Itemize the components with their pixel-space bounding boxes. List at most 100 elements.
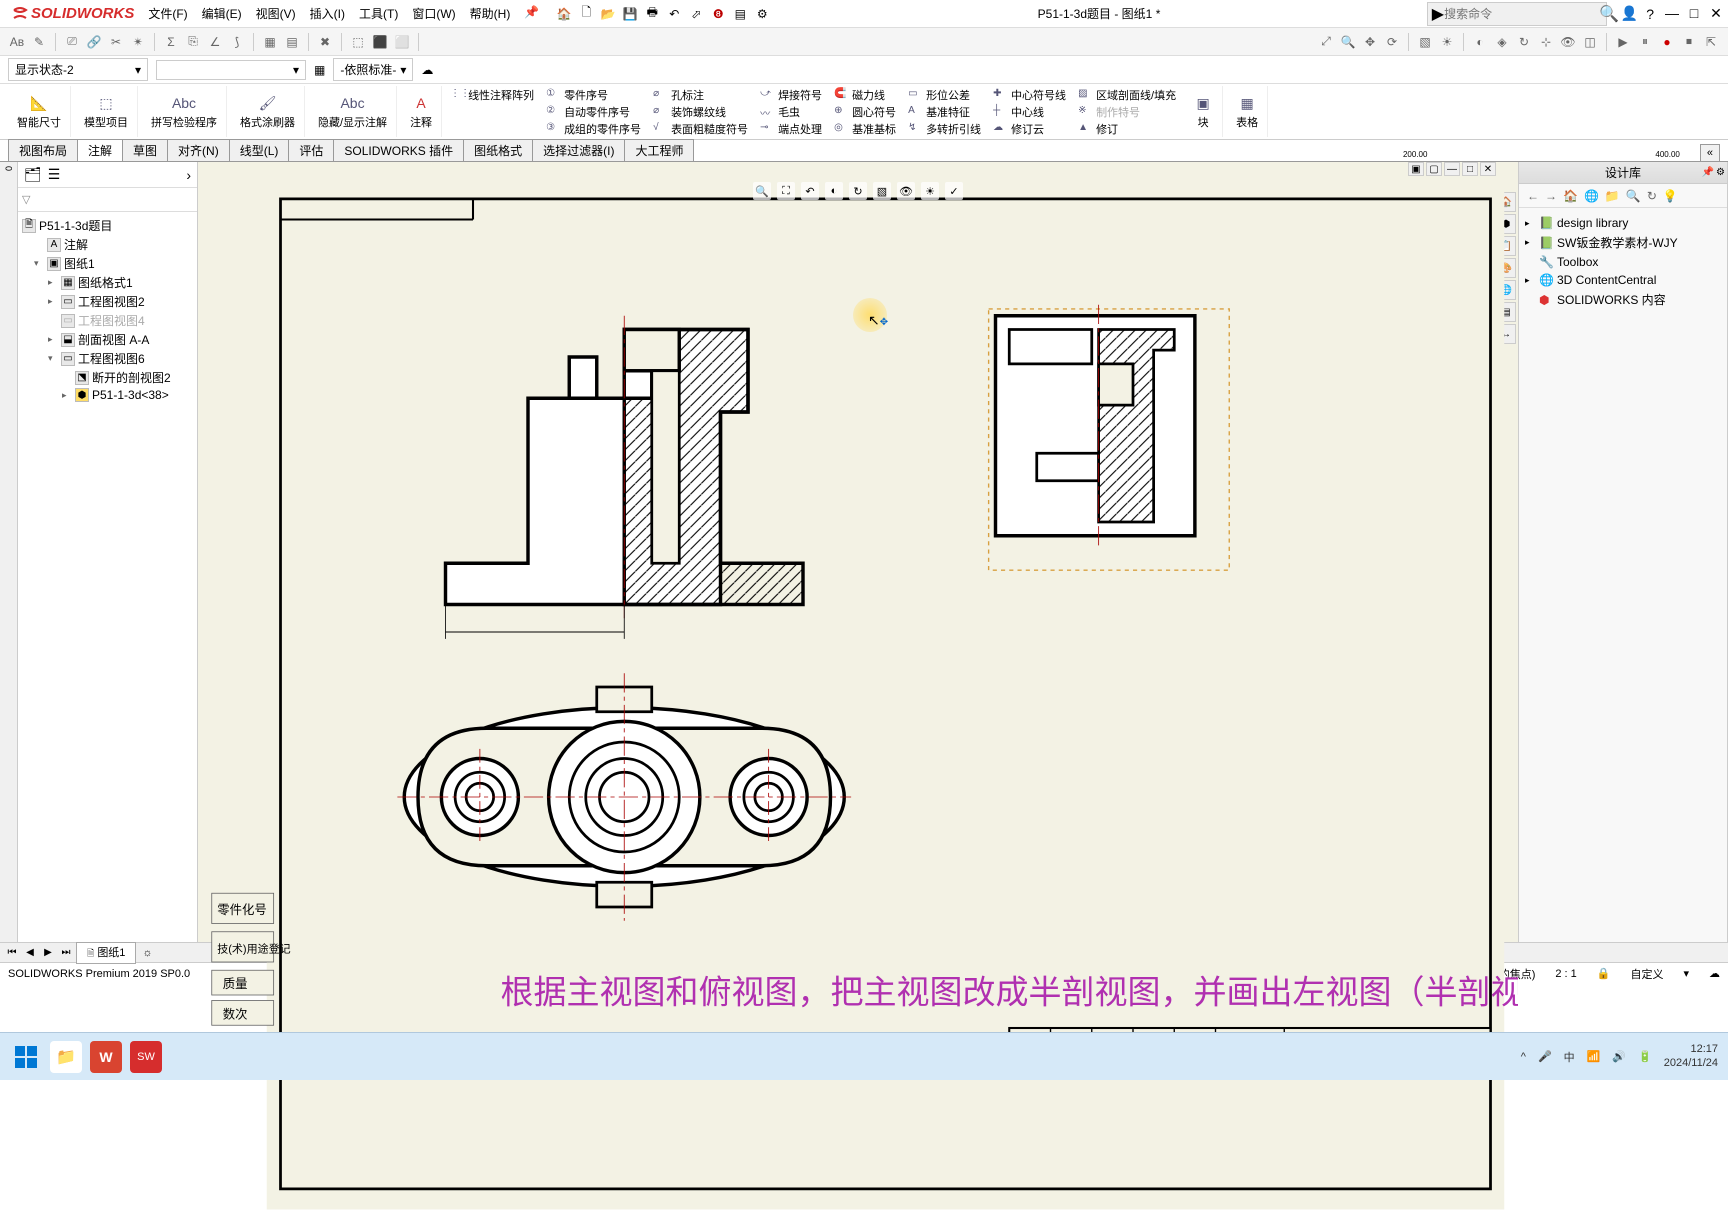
status-custom[interactable]: 自定义 <box>1630 966 1663 982</box>
tab-evaluate[interactable]: 评估 <box>288 139 334 161</box>
tree-part-ref[interactable]: ▸ ⬢ P51-1-3d<38> <box>62 387 193 403</box>
sheet-tab-1[interactable]: 🗎 图纸1 <box>76 942 136 964</box>
tree-root[interactable]: 🗎 P51-1-3d题目 <box>22 216 193 235</box>
tool-text-icon[interactable]: ✎ <box>30 33 48 51</box>
play-icon[interactable]: ▶ <box>1614 33 1632 51</box>
menu-insert[interactable]: 插入(I) <box>304 3 351 24</box>
tool-assy2-icon[interactable]: ⬛ <box>371 33 389 51</box>
revision-button[interactable]: ▲修订 <box>1078 121 1176 137</box>
jogged-leader-button[interactable]: ↯多转折引线 <box>908 121 981 137</box>
cube-icon[interactable]: ◫ <box>1581 33 1599 51</box>
expand-icon[interactable]: ▸ <box>48 334 58 345</box>
tool-align-icon[interactable]: ⎚ <box>63 33 81 51</box>
stop-icon[interactable]: ⏹ <box>1680 33 1698 51</box>
tool-copy-icon[interactable]: ⎘ <box>184 33 202 51</box>
new-icon[interactable]: 🗋 <box>577 5 595 23</box>
tray-volume-icon[interactable]: 🔊 <box>1612 1050 1626 1063</box>
center-symbol-button[interactable]: ⊕圆心符号 <box>834 104 896 120</box>
options-icon[interactable]: ▤ <box>731 5 749 23</box>
tool-curve-icon[interactable]: ⟆ <box>228 33 246 51</box>
lib-design-library[interactable]: ▸ 📗 design library <box>1525 214 1721 232</box>
tray-chevron-icon[interactable]: ^ <box>1521 1051 1526 1063</box>
lib-3dcc[interactable]: ▸ 🌐 3D ContentCentral <box>1525 271 1721 289</box>
search-icon[interactable]: 🔍 <box>1599 4 1619 24</box>
tree-annotations[interactable]: A 注解 <box>34 235 193 254</box>
dim-icon[interactable]: ⊹ <box>1537 33 1555 51</box>
apply-icon[interactable]: ✓ <box>945 182 963 200</box>
lib-sw-material[interactable]: ▸ 📗 SW钣金教学素材-WJY <box>1525 232 1721 253</box>
tool-grid-icon[interactable]: ▤ <box>283 33 301 51</box>
tool-assy3-icon[interactable]: ⬜ <box>393 33 411 51</box>
rev-cloud-button[interactable]: ☁修订云 <box>993 121 1066 137</box>
sheet-first-icon[interactable]: ⏮ <box>4 947 20 958</box>
tray-battery-icon[interactable]: 🔋 <box>1638 1050 1652 1063</box>
linear-pattern-button[interactable]: ⋮⋮线性注释阵列 <box>450 87 534 103</box>
save-icon[interactable]: 💾 <box>621 5 639 23</box>
rotate-icon[interactable]: ↻ <box>849 182 867 200</box>
tree-tab-icon[interactable]: 🗂 <box>24 166 42 183</box>
tool-wand-icon[interactable]: ✴ <box>129 33 147 51</box>
tree-broken-section[interactable]: ⬔ 断开的剖视图2 <box>62 368 193 387</box>
smart-dimension-button[interactable]: 📐智能尺寸 <box>14 92 64 131</box>
tray-mic-icon[interactable]: 🎤 <box>1538 1050 1552 1063</box>
prev-view-icon[interactable]: ↶ <box>801 182 819 200</box>
minimize-icon[interactable]: — <box>1664 5 1680 22</box>
endpoint-button[interactable]: ⊸端点处理 <box>760 121 822 137</box>
cloud-icon[interactable]: ☁ <box>421 63 433 77</box>
surface-finish-button[interactable]: √表面粗糙度符号 <box>653 121 748 137</box>
view-pan-icon[interactable]: ✥ <box>1361 33 1379 51</box>
fwd-icon[interactable]: → <box>1545 189 1557 203</box>
menu-window[interactable]: 窗口(W) <box>406 3 461 24</box>
section-view-icon[interactable]: ◐ <box>825 182 843 200</box>
block-button[interactable]: ▣块 <box>1190 92 1216 131</box>
menu-view[interactable]: 视图(V) <box>250 3 302 24</box>
expand-icon[interactable]: ▸ <box>48 277 58 288</box>
weld-symbol-button[interactable]: ⤻焊接符号 <box>760 87 822 103</box>
sheet-last-icon[interactable]: ⏭ <box>58 947 74 958</box>
zoom-fit-icon[interactable]: 🔍 <box>753 182 771 200</box>
section-icon[interactable]: ◐ <box>1471 33 1489 51</box>
arrow-icon[interactable]: ↻ <box>1515 33 1533 51</box>
perspective-icon[interactable]: ◈ <box>1493 33 1511 51</box>
hide-show-button[interactable]: Abc隐藏/显示注解 <box>315 92 390 131</box>
standard-dropdown[interactable]: -依照标准-▾ <box>333 58 413 81</box>
command-search[interactable]: ▶ 🔍 <box>1427 2 1607 26</box>
open-icon[interactable]: 📂 <box>599 5 617 23</box>
view-zoom-icon[interactable]: 🔍 <box>1339 33 1357 51</box>
datum-target-button[interactable]: ◎基准基标 <box>834 121 896 137</box>
scene-icon[interactable]: ☀ <box>1438 33 1456 51</box>
tree-view4[interactable]: ▭ 工程图视图4 <box>48 311 193 330</box>
settings-icon[interactable]: ⚙ <box>753 5 771 23</box>
lib-sw-content[interactable]: ⬢ SOLIDWORKS 内容 <box>1525 289 1721 310</box>
datum-feature-button[interactable]: A基准特征 <box>908 104 981 120</box>
tab-sketch[interactable]: 草图 <box>122 139 168 161</box>
bulb-icon[interactable]: 💡 <box>1663 189 1678 203</box>
tree-view6[interactable]: ▾ ▭ 工程图视图6 <box>48 349 193 368</box>
gear-icon[interactable]: ⚙ <box>1716 167 1725 178</box>
expand-icon[interactable]: ▸ <box>48 296 58 307</box>
help-icon[interactable]: ? <box>1646 6 1654 22</box>
rebuild-icon[interactable]: ❽ <box>709 5 727 23</box>
explorer-icon[interactable]: 📁 <box>50 1041 82 1073</box>
menu-file[interactable]: 文件(F) <box>142 3 193 24</box>
pin-icon[interactable]: 📌 <box>1702 167 1714 178</box>
tree-view2[interactable]: ▸ ▭ 工程图视图2 <box>48 292 193 311</box>
display-state-dropdown[interactable]: 显示状态-2▾ <box>8 58 148 81</box>
select-arrow-icon[interactable]: ⬀ <box>687 5 705 23</box>
hatch-button[interactable]: ▨区域剖面线/填充 <box>1078 87 1176 103</box>
back-icon[interactable]: ← <box>1527 189 1539 203</box>
view-rotate-icon[interactable]: ⟳ <box>1383 33 1401 51</box>
tool-link-icon[interactable]: 🔗 <box>85 33 103 51</box>
tree-sheet[interactable]: ▾ ▣ 图纸1 <box>34 254 193 273</box>
start-icon[interactable] <box>10 1041 42 1073</box>
hide-show-icon[interactable]: 👁 <box>897 182 915 200</box>
spell-check-button[interactable]: Abc拼写检验程序 <box>148 92 220 131</box>
tool-sum-icon[interactable]: Σ <box>162 33 180 51</box>
export-icon[interactable]: ⇱ <box>1702 33 1720 51</box>
config-tab-icon[interactable]: ☰ <box>48 166 61 183</box>
empty-dropdown[interactable]: ▾ <box>156 60 306 80</box>
wps-icon[interactable]: W <box>90 1041 122 1073</box>
tab-annotation[interactable]: 注解 <box>77 139 123 161</box>
note-button[interactable]: A注释 <box>407 92 435 131</box>
login-icon[interactable]: 👤 <box>1621 5 1638 22</box>
